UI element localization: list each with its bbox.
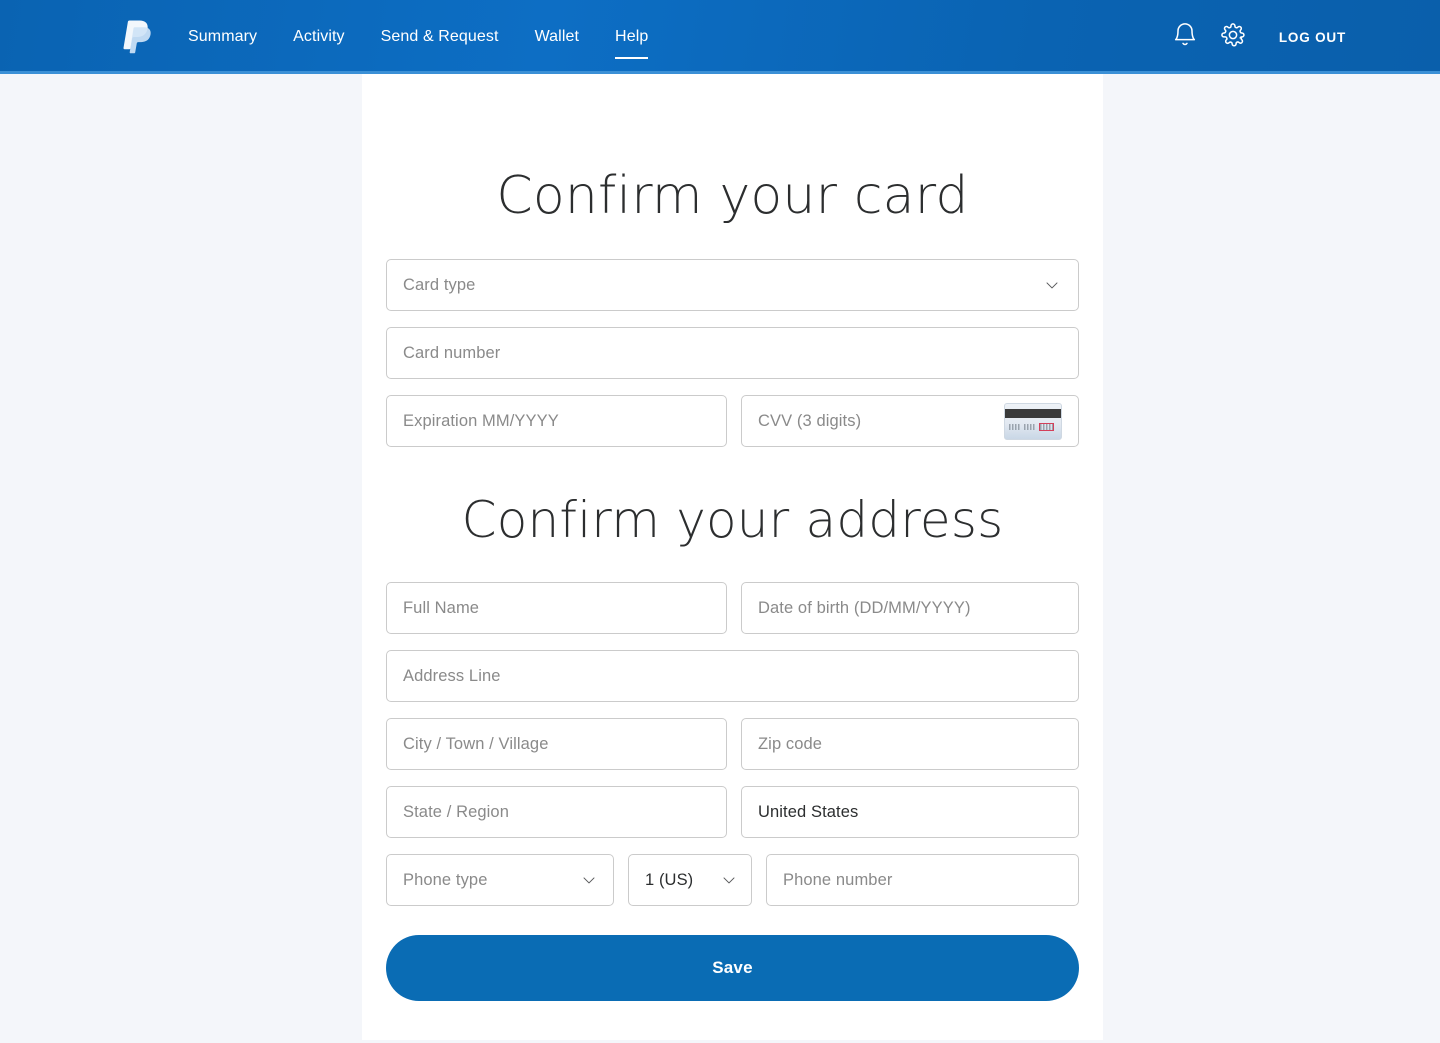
nav-item-send-request[interactable]: Send & Request <box>381 29 517 45</box>
nav-item-wallet[interactable]: Wallet <box>535 29 597 45</box>
phone-number-placeholder: Phone number <box>783 870 893 889</box>
address-line-placeholder: Address Line <box>403 666 501 685</box>
date-of-birth-input[interactable]: Date of birth (DD/MM/YYYY) <box>741 582 1079 634</box>
card-type-select[interactable]: Card type <box>386 259 1079 311</box>
chevron-down-icon <box>579 870 599 890</box>
paypal-logo[interactable] <box>118 17 154 57</box>
state-country-row: State / Region United States <box>386 786 1079 838</box>
page-body: Confirm your card Card type Card number … <box>0 74 1440 1040</box>
address-form: Full Name Date of birth (DD/MM/YYYY) Add… <box>362 582 1103 906</box>
page-title-confirm-address: Confirm your address <box>461 491 1004 549</box>
city-zip-row: City / Town / Village Zip code <box>386 718 1079 770</box>
phone-number-input[interactable]: Phone number <box>766 854 1079 906</box>
header-actions: LOG OUT <box>1161 0 1440 74</box>
state-region-input[interactable]: State / Region <box>386 786 727 838</box>
city-input[interactable]: City / Town / Village <box>386 718 727 770</box>
card-number-placeholder: Card number <box>403 343 501 362</box>
chevron-down-icon <box>719 870 739 890</box>
top-navigation-bar: Summary Activity Send & Request Wallet H… <box>0 0 1440 74</box>
expiration-cvv-row: Expiration MM/YYYY CVV (3 digits) <box>386 395 1079 447</box>
state-region-placeholder: State / Region <box>403 802 509 821</box>
cvv-input[interactable]: CVV (3 digits) <box>741 395 1079 447</box>
nav-item-summary[interactable]: Summary <box>188 29 275 45</box>
save-button[interactable]: Save <box>386 935 1079 1001</box>
gear-icon <box>1219 21 1247 54</box>
nav-item-label: Wallet <box>534 28 580 45</box>
expiration-input[interactable]: Expiration MM/YYYY <box>386 395 727 447</box>
nav-item-help[interactable]: Help <box>615 28 649 59</box>
chevron-down-icon <box>1042 275 1062 295</box>
cvv-placeholder: CVV (3 digits) <box>758 411 862 430</box>
card-back-cvv-icon <box>1004 402 1062 440</box>
city-placeholder: City / Town / Village <box>403 734 549 753</box>
nav-item-label: Activity <box>293 28 345 45</box>
phone-type-placeholder: Phone type <box>403 870 488 889</box>
address-line-input[interactable]: Address Line <box>386 650 1079 702</box>
card-type-placeholder: Card type <box>403 275 476 294</box>
nav-item-label: Send & Request <box>380 28 499 45</box>
logout-button[interactable]: LOG OUT <box>1279 30 1346 45</box>
country-code-select[interactable]: 1 (US) <box>628 854 752 906</box>
phone-row: Phone type 1 (US) Phone number <box>386 854 1079 906</box>
logout-label: LOG OUT <box>1278 29 1346 45</box>
page-title-confirm-card: Confirm your card <box>496 166 969 226</box>
country-input[interactable]: United States <box>741 786 1079 838</box>
card-number-row: Card number <box>386 327 1079 379</box>
save-button-container: Save <box>362 935 1103 1001</box>
notifications-button[interactable] <box>1161 13 1209 61</box>
name-dob-row: Full Name Date of birth (DD/MM/YYYY) <box>386 582 1079 634</box>
zip-code-placeholder: Zip code <box>758 734 823 753</box>
country-code-value: 1 (US) <box>645 870 694 889</box>
address-line-row: Address Line <box>386 650 1079 702</box>
phone-type-select[interactable]: Phone type <box>386 854 614 906</box>
card-type-row: Card type <box>386 259 1079 311</box>
full-name-input[interactable]: Full Name <box>386 582 727 634</box>
expiration-placeholder: Expiration MM/YYYY <box>403 411 559 430</box>
bell-icon <box>1171 21 1199 54</box>
card-number-input[interactable]: Card number <box>386 327 1079 379</box>
full-name-placeholder: Full Name <box>403 598 480 617</box>
nav-item-activity[interactable]: Activity <box>293 29 362 45</box>
nav-item-label: Summary <box>188 28 258 45</box>
date-of-birth-placeholder: Date of birth (DD/MM/YYYY) <box>758 598 971 617</box>
nav-item-label: Help <box>615 28 649 45</box>
settings-button[interactable] <box>1209 13 1257 61</box>
content-panel: Confirm your card Card type Card number … <box>362 74 1103 1040</box>
card-form: Card type Card number Expiration MM/YYYY… <box>362 259 1103 447</box>
main-nav: Summary Activity Send & Request Wallet H… <box>188 0 649 74</box>
country-value: United States <box>758 802 859 821</box>
zip-code-input[interactable]: Zip code <box>741 718 1079 770</box>
